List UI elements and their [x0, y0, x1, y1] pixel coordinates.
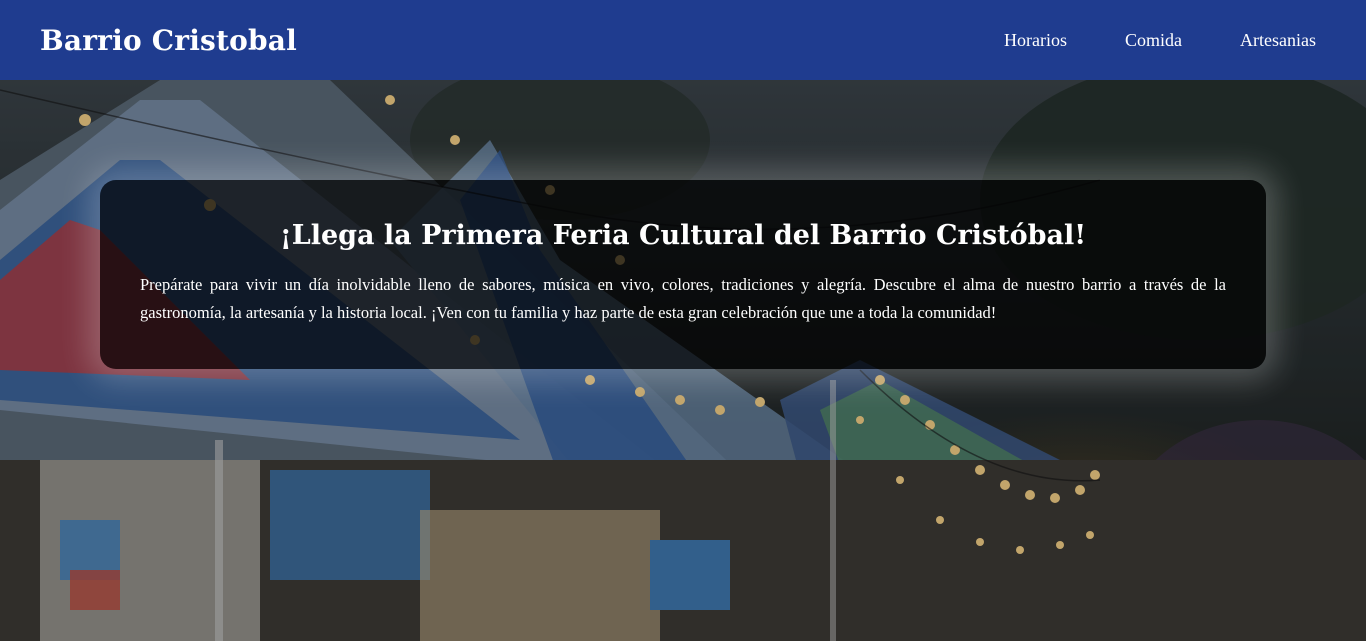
- nav-link-artesanias[interactable]: Artesanias: [1240, 30, 1316, 51]
- site-header: Barrio Cristobal Horarios Comida Artesan…: [0, 0, 1366, 80]
- announcement-card: ¡Llega la Primera Feria Cultural del Bar…: [100, 180, 1266, 369]
- main-nav: Horarios Comida Artesanias: [1004, 30, 1326, 51]
- announcement-text: Prepárate para vivir un día inolvidable …: [140, 275, 1226, 322]
- announcement-title: ¡Llega la Primera Feria Cultural del Bar…: [279, 220, 1087, 251]
- hero-section: ¡Llega la Primera Feria Cultural del Bar…: [0, 80, 1366, 641]
- site-brand[interactable]: Barrio Cristobal: [40, 24, 297, 57]
- nav-link-comida[interactable]: Comida: [1125, 30, 1182, 51]
- nav-link-horarios[interactable]: Horarios: [1004, 30, 1067, 51]
